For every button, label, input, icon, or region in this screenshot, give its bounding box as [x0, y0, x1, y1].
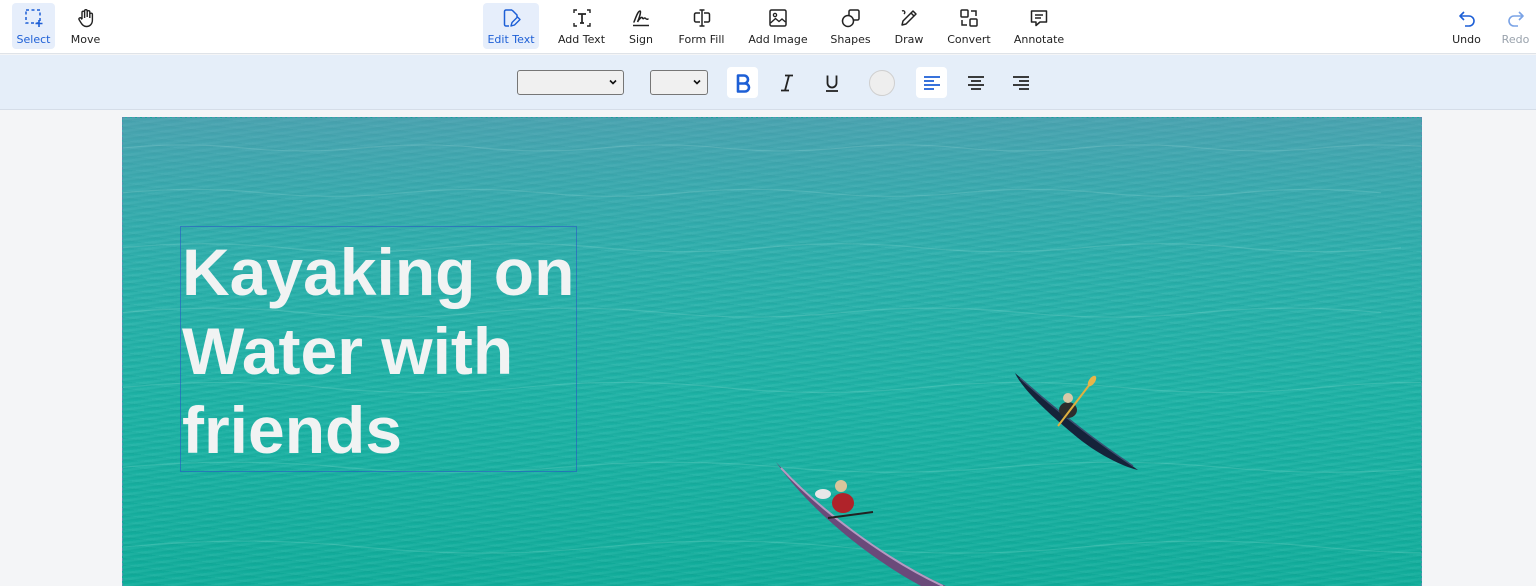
undo-label: Undo — [1452, 33, 1481, 46]
annotate-tool-button[interactable]: Annotate — [1010, 3, 1068, 49]
form-fill-tool-button[interactable]: Form Fill — [673, 3, 730, 49]
convert-tool-label: Convert — [947, 33, 991, 46]
form-fill-icon — [693, 9, 710, 27]
chevron-down-icon — [609, 79, 617, 85]
sign-tool-label: Sign — [629, 33, 653, 46]
hand-icon — [77, 9, 93, 28]
heading-text[interactable]: Kayaking on Water with friends — [182, 233, 592, 470]
move-tool-label: Move — [70, 33, 101, 46]
kayak-dark — [1015, 373, 1138, 470]
comment-icon — [1030, 10, 1048, 27]
pencil-icon — [901, 10, 917, 26]
move-tool-button[interactable]: Move — [63, 3, 108, 49]
align-right-button[interactable] — [1005, 67, 1036, 98]
image-icon — [769, 9, 787, 27]
convert-icon — [960, 9, 978, 27]
document-page-image[interactable]: Kayaking on Water with friends — [122, 117, 1422, 586]
heading-text-box[interactable]: Kayaking on Water with friends — [180, 226, 577, 472]
convert-tool-button[interactable]: Convert — [943, 3, 995, 49]
align-center-button[interactable] — [960, 67, 991, 98]
add-image-tool-button[interactable]: Add Image — [745, 3, 811, 49]
underline-button[interactable] — [816, 67, 847, 98]
align-left-icon — [923, 75, 940, 90]
select-tool-label: Select — [16, 33, 51, 46]
shapes-tool-label: Shapes — [830, 33, 871, 46]
add-text-icon — [572, 9, 591, 27]
heading-line-1: Kayaking on — [182, 235, 575, 309]
italic-icon — [780, 74, 793, 91]
heading-line-2: Water with — [182, 314, 514, 388]
heading-line-3: friends — [182, 393, 403, 467]
shapes-icon — [841, 9, 860, 28]
italic-button[interactable] — [771, 67, 802, 98]
signature-icon — [633, 10, 649, 27]
add-text-tool-label: Add Text — [557, 33, 606, 46]
underline-icon — [825, 75, 838, 92]
align-right-icon — [1012, 75, 1029, 90]
align-left-button[interactable] — [916, 67, 947, 98]
edit-text-icon — [503, 9, 521, 27]
text-format-bar — [0, 55, 1536, 110]
sign-tool-button[interactable]: Sign — [622, 3, 660, 49]
shapes-tool-button[interactable]: Shapes — [826, 3, 875, 49]
edit-text-tool-label: Edit Text — [487, 33, 535, 46]
redo-button[interactable]: Redo — [1497, 3, 1534, 49]
draw-tool-label: Draw — [894, 33, 924, 46]
chevron-down-icon — [693, 79, 701, 85]
main-toolbar: Select Move Edit Text Add Text Sign Form… — [0, 0, 1536, 54]
bold-button[interactable] — [727, 67, 758, 98]
text-color-swatch[interactable] — [869, 70, 895, 96]
draw-tool-button[interactable]: Draw — [889, 3, 929, 49]
form-fill-tool-label: Form Fill — [678, 33, 725, 46]
redo-icon — [1507, 11, 1524, 27]
add-image-tool-label: Add Image — [748, 33, 808, 46]
annotate-tool-label: Annotate — [1013, 33, 1065, 46]
align-center-icon — [967, 75, 984, 90]
edit-text-tool-button[interactable]: Edit Text — [483, 3, 539, 49]
undo-icon — [1458, 11, 1475, 27]
kayak-purple — [776, 462, 946, 586]
redo-label: Redo — [1501, 33, 1530, 46]
add-text-tool-button[interactable]: Add Text — [554, 3, 609, 49]
font-size-select[interactable] — [650, 70, 708, 95]
font-family-select[interactable] — [517, 70, 624, 95]
bold-icon — [736, 73, 750, 93]
select-dashed-icon — [24, 9, 42, 27]
select-tool-button[interactable]: Select — [12, 3, 55, 49]
undo-button[interactable]: Undo — [1448, 3, 1485, 49]
